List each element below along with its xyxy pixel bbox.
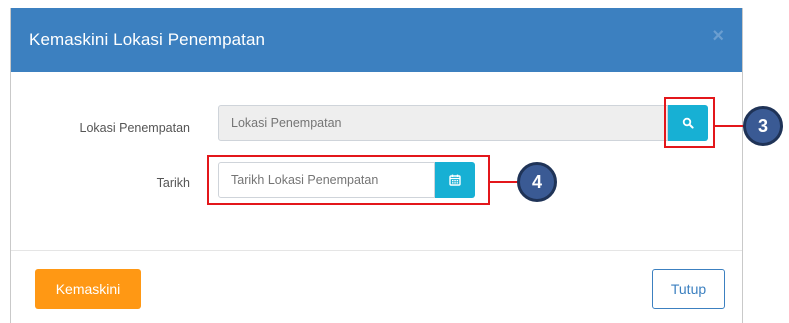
date-field-highlight	[207, 155, 490, 205]
location-input[interactable]	[218, 105, 668, 141]
callout-3: 3	[743, 106, 783, 146]
close-icon[interactable]: ×	[712, 25, 724, 48]
location-label: Lokasi Penempatan	[79, 121, 191, 135]
screenshot-stage: Kemaskini Lokasi Penempatan × Lokasi Pen…	[0, 0, 789, 323]
callout-4: 4	[517, 162, 557, 202]
callout-4-connector	[490, 181, 520, 183]
modal-header: Kemaskini Lokasi Penempatan ×	[11, 8, 742, 72]
footer-divider	[11, 250, 742, 251]
date-label: Tarikh	[156, 176, 190, 190]
update-button[interactable]: Kemaskini	[35, 269, 141, 309]
search-button-highlight	[664, 97, 715, 148]
modal-title: Kemaskini Lokasi Penempatan	[29, 30, 266, 49]
close-button[interactable]: Tutup	[652, 269, 725, 309]
